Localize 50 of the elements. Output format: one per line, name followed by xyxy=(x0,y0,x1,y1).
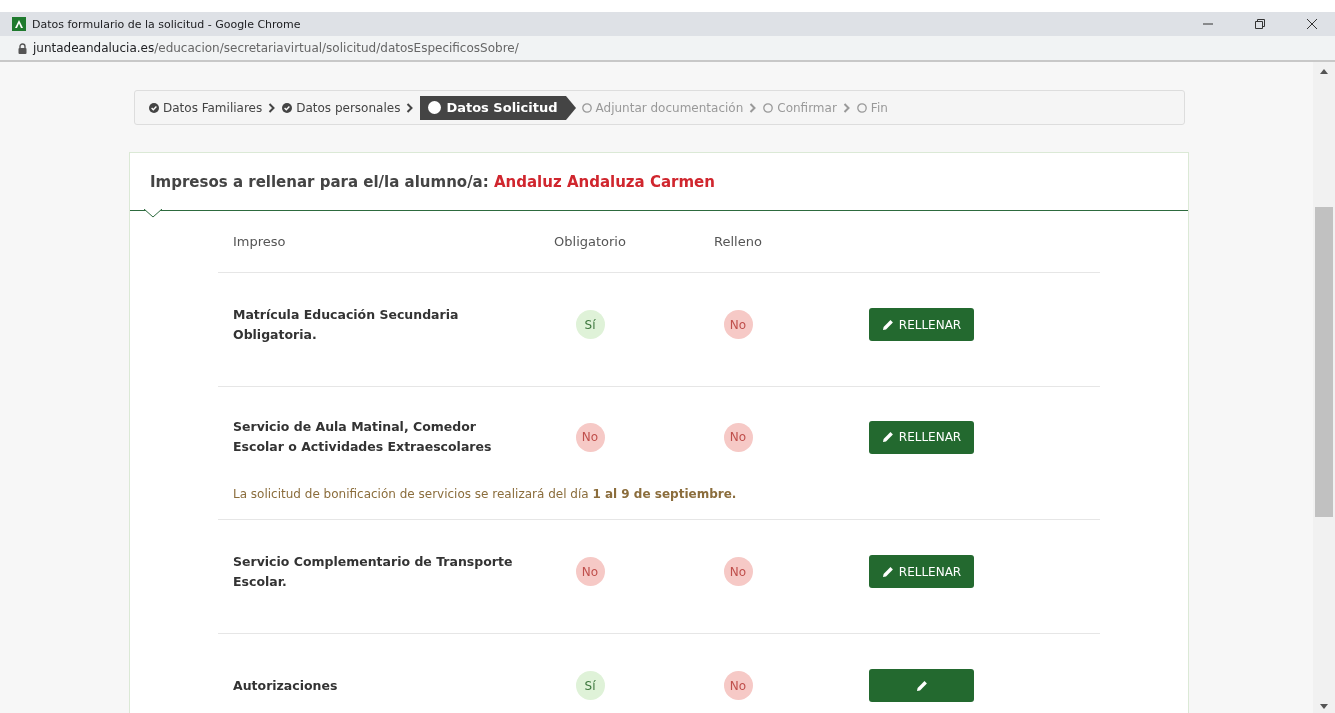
form-name: Autorizaciones xyxy=(233,676,339,695)
fill-button[interactable] xyxy=(869,669,974,702)
status-badge: No xyxy=(575,557,605,586)
check-circle-icon xyxy=(149,102,159,113)
card-title: Impresos a rellenar para el/la alumno/a: Andaluz Andaluza Carmen xyxy=(150,172,715,191)
column-header: Impreso xyxy=(233,234,287,249)
chevron-icon xyxy=(842,102,851,113)
fill-button[interactable]: RELLENAR xyxy=(869,308,974,341)
pencil-icon xyxy=(915,679,928,692)
status-badge: No xyxy=(723,422,753,452)
pencil-icon xyxy=(881,318,894,331)
step-label: Fin xyxy=(856,100,888,115)
status-badge: No xyxy=(723,310,753,339)
step-label: Confirmar xyxy=(763,100,837,115)
scroll-up-icon xyxy=(1320,69,1328,74)
pencil-icon xyxy=(881,431,894,443)
step-label: Datos personales xyxy=(282,100,401,115)
close-icon xyxy=(1307,19,1317,29)
column-header: Relleno xyxy=(714,234,762,249)
site-logo-icon xyxy=(12,17,26,31)
scrollbar-thumb[interactable] xyxy=(1315,207,1333,517)
form-name: Matrícula Educación Secundaria Obligatoria. xyxy=(233,305,460,344)
status-badge: Sí xyxy=(575,671,605,700)
form-name: Servicio de Aula Matinal, Comedor Escolar o Actividades Extraescolares xyxy=(233,418,493,456)
url-text[interactable]: juntadeandalucia.es/educacion/secretariavirtual/solicitud/datosEspecificosSobre/ xyxy=(33,41,519,55)
restore-icon xyxy=(1255,19,1265,29)
form-name: Servicio Complementario de Transporte Escolar. xyxy=(233,552,514,591)
circle-icon xyxy=(581,102,592,113)
column-header: Obligatorio xyxy=(554,234,626,249)
fill-button[interactable]: RELLENAR xyxy=(869,420,974,454)
pencil-icon xyxy=(881,565,894,578)
window-title: Datos formulario de la solicitud - Google Chrome xyxy=(32,17,302,31)
step-label: Datos Solicitud xyxy=(446,100,558,115)
step-label: Datos Familiares xyxy=(149,100,263,115)
info-note: La solicitud de bonificación de servicios se realizará del día 1 al 9 de septiembre. xyxy=(232,487,738,503)
step-label: Adjuntar documentación xyxy=(581,100,744,115)
chevron-icon xyxy=(406,102,415,113)
circle-icon xyxy=(428,101,442,114)
chevron-icon xyxy=(749,102,758,113)
chevron-icon xyxy=(268,102,277,113)
lock-icon xyxy=(18,42,27,54)
circle-icon xyxy=(856,102,867,113)
fill-button[interactable]: RELLENAR xyxy=(869,555,974,588)
check-circle-icon xyxy=(282,102,293,113)
status-badge: No xyxy=(723,557,753,586)
status-badge: No xyxy=(723,671,753,700)
scroll-down-icon xyxy=(1320,704,1328,709)
circle-icon xyxy=(763,102,774,113)
status-badge: Sí xyxy=(575,310,605,339)
status-badge: No xyxy=(575,422,605,452)
